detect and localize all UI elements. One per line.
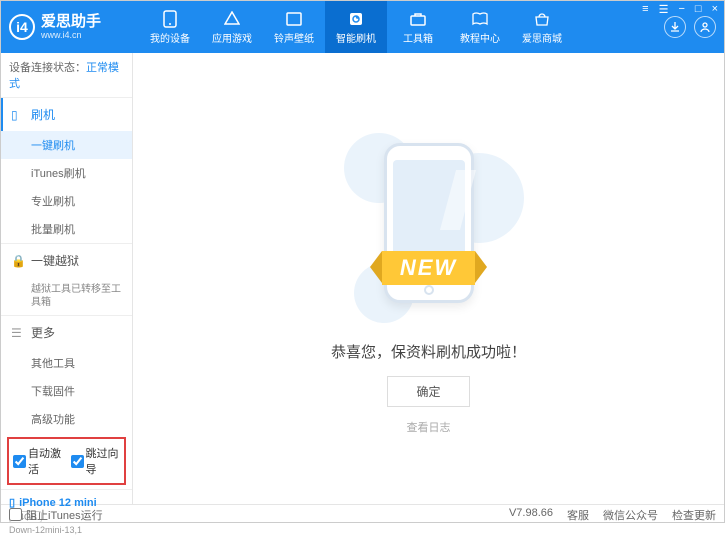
view-log-link[interactable]: 查看日志 (407, 419, 451, 435)
footer-left: 阻止iTunes运行 (9, 507, 103, 523)
nav-label: 铃声壁纸 (274, 30, 314, 45)
main-nav: 我的设备 应用游戏 铃声壁纸 智能刷机 工具箱 教程中心 爱思商城 (139, 1, 654, 53)
checkbox-input[interactable] (71, 455, 84, 468)
update-link[interactable]: 检查更新 (672, 507, 716, 523)
nav-tutorials[interactable]: 教程中心 (449, 1, 511, 53)
sidebar-head-jailbreak[interactable]: 🔒 一键越狱 (1, 244, 132, 277)
menu-icon[interactable]: ≡ (640, 3, 650, 16)
wechat-link[interactable]: 微信公众号 (603, 507, 658, 523)
toolbox-icon (409, 10, 427, 28)
minimize-icon[interactable]: − (676, 3, 686, 16)
main-area: 设备连接状态：正常模式 ▯ 刷机 一键刷机 iTunes刷机 专业刷机 批量刷机… (1, 53, 724, 504)
nav-label: 工具箱 (403, 30, 433, 45)
flash-icon (347, 10, 365, 28)
nav-label: 教程中心 (460, 30, 500, 45)
sidebar-item-advanced[interactable]: 高级功能 (1, 405, 132, 433)
connection-status: 设备连接状态：正常模式 (1, 53, 132, 97)
phone-icon: ▯ (11, 108, 25, 122)
checkbox-skip-guide[interactable]: 跳过向导 (71, 445, 121, 477)
content-area: NEW 恭喜您，保资料刷机成功啦！ 确定 查看日志 (133, 53, 724, 504)
sidebar: 设备连接状态：正常模式 ▯ 刷机 一键刷机 iTunes刷机 专业刷机 批量刷机… (1, 53, 133, 504)
footer-right: V7.98.66 客服 微信公众号 检查更新 (509, 507, 716, 523)
sidebar-head-label: 刷机 (31, 106, 55, 123)
checkbox-auto-activate[interactable]: 自动激活 (13, 445, 63, 477)
nav-store[interactable]: 爱思商城 (511, 1, 573, 53)
checkbox-input[interactable] (9, 508, 22, 521)
success-illustration: NEW (344, 123, 514, 323)
window-controls: ≡ ☰ − □ × (640, 3, 720, 16)
book-icon (471, 10, 489, 28)
sidebar-head-flash[interactable]: ▯ 刷机 (1, 98, 132, 131)
nav-ringtones[interactable]: 铃声壁纸 (263, 1, 325, 53)
options-highlighted: 自动激活 跳过向导 (7, 437, 126, 485)
support-link[interactable]: 客服 (567, 507, 589, 523)
jailbreak-moved-note: 越狱工具已转移至工具箱 (1, 277, 132, 315)
close-icon[interactable]: × (710, 3, 720, 16)
nav-label: 应用游戏 (212, 30, 252, 45)
nav-label: 智能刷机 (336, 30, 376, 45)
nav-apps[interactable]: 应用游戏 (201, 1, 263, 53)
success-message: 恭喜您，保资料刷机成功啦！ (331, 341, 526, 362)
sidebar-item-onekey[interactable]: 一键刷机 (1, 131, 132, 159)
sidebar-item-firmware[interactable]: 下载固件 (1, 377, 132, 405)
store-icon (533, 10, 551, 28)
logo-area: i4 爱思助手 www.i4.cn (9, 14, 139, 41)
logo-icon: i4 (9, 14, 35, 40)
nav-flash[interactable]: 智能刷机 (325, 1, 387, 53)
sidebar-item-other[interactable]: 其他工具 (1, 349, 132, 377)
checkbox-input[interactable] (13, 455, 26, 468)
header-right (664, 16, 716, 38)
app-url: www.i4.cn (41, 30, 101, 40)
phone-icon (161, 10, 179, 28)
app-header: i4 爱思助手 www.i4.cn 我的设备 应用游戏 铃声壁纸 智能刷机 工具… (1, 1, 724, 53)
user-button[interactable] (694, 16, 716, 38)
settings-icon[interactable]: ☰ (657, 3, 671, 16)
apps-icon (223, 10, 241, 28)
download-button[interactable] (664, 16, 686, 38)
conn-label: 设备连接状态： (9, 62, 86, 74)
app-name: 爱思助手 (41, 14, 101, 31)
confirm-button[interactable]: 确定 (387, 376, 469, 407)
block-itunes-checkbox[interactable]: 阻止iTunes运行 (9, 507, 103, 523)
sidebar-head-label: 更多 (31, 324, 55, 341)
sidebar-item-itunes[interactable]: iTunes刷机 (1, 159, 132, 187)
sidebar-item-batch[interactable]: 批量刷机 (1, 215, 132, 243)
maximize-icon[interactable]: □ (693, 3, 704, 16)
nav-toolbox[interactable]: 工具箱 (387, 1, 449, 53)
sidebar-head-label: 一键越狱 (31, 252, 79, 269)
device-meta: Down-12mini-13,1 (9, 525, 124, 535)
nav-my-device[interactable]: 我的设备 (139, 1, 201, 53)
nav-label: 爱思商城 (522, 30, 562, 45)
sidebar-item-pro[interactable]: 专业刷机 (1, 187, 132, 215)
nav-label: 我的设备 (150, 30, 190, 45)
version-label: V7.98.66 (509, 507, 553, 523)
sidebar-head-more[interactable]: ☰ 更多 (1, 316, 132, 349)
lock-icon: 🔒 (11, 254, 25, 268)
more-icon: ☰ (11, 326, 25, 340)
new-badge: NEW (382, 251, 475, 285)
wallpaper-icon (285, 10, 303, 28)
